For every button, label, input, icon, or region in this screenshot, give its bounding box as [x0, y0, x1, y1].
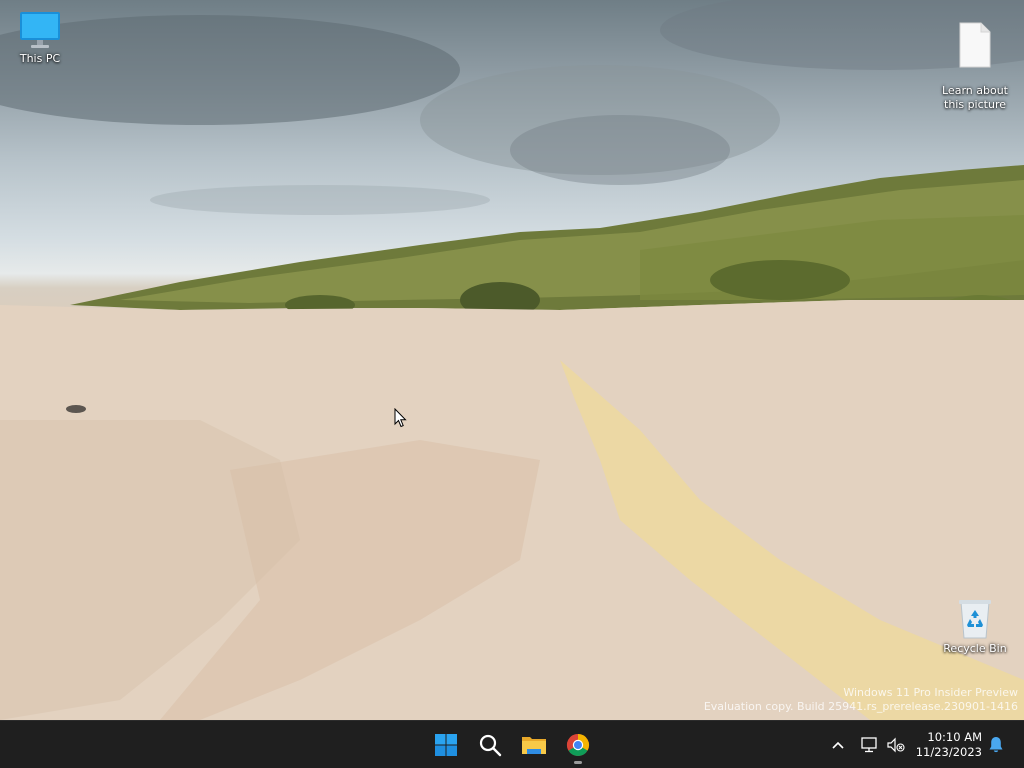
volume-button[interactable] [884, 733, 908, 757]
notifications-button[interactable] [984, 733, 1008, 757]
desktop-icon-label: This PC [19, 52, 61, 65]
notification-bell-icon [989, 737, 1003, 753]
mouse-pointer-icon [394, 408, 407, 428]
network-status-button[interactable] [858, 733, 882, 757]
desktop-icon-label: Recycle Bin [943, 642, 1007, 655]
monitor-icon [20, 12, 60, 48]
volume-muted-icon [887, 737, 905, 753]
watermark-line2: Evaluation copy. Build 25941.rs_prerelea… [703, 700, 1018, 713]
clock-date: 11/23/2023 [915, 745, 982, 759]
desktop-icon-recycle-bin[interactable]: Recycle Bin [935, 598, 1015, 656]
start-button[interactable] [426, 725, 466, 765]
desktop-icon-this-pc[interactable]: This PC [0, 10, 80, 66]
taskbar: 10:10 AM 11/23/2023 [0, 720, 1024, 768]
desktop-icon-learn-about-picture[interactable]: Learn about this picture [935, 8, 1015, 112]
desktop[interactable]: This PC Learn about this picture Recycle… [0, 0, 1024, 720]
document-icon [959, 22, 991, 68]
chevron-up-icon [832, 741, 844, 749]
file-explorer-icon [522, 737, 546, 754]
clock-time: 10:10 AM [927, 730, 982, 744]
search-icon [479, 734, 502, 757]
chrome-icon [566, 734, 590, 757]
file-explorer-button[interactable] [514, 725, 554, 765]
search-button[interactable] [470, 725, 510, 765]
clock-button[interactable]: 10:10 AM 11/23/2023 [916, 730, 982, 760]
network-icon [861, 737, 877, 753]
watermark-line1: Windows 11 Pro Insider Preview [843, 686, 1018, 699]
show-hidden-icons-button[interactable] [826, 733, 850, 757]
evaluation-watermark: Windows 11 Pro Insider Preview Evaluatio… [704, 686, 1018, 714]
recycle-bin-icon [959, 600, 991, 639]
chrome-taskbar-button[interactable] [558, 725, 598, 765]
wallpaper-image [0, 0, 1024, 720]
windows-start-icon [435, 734, 457, 756]
desktop-icon-label: Learn about this picture [942, 84, 1008, 111]
